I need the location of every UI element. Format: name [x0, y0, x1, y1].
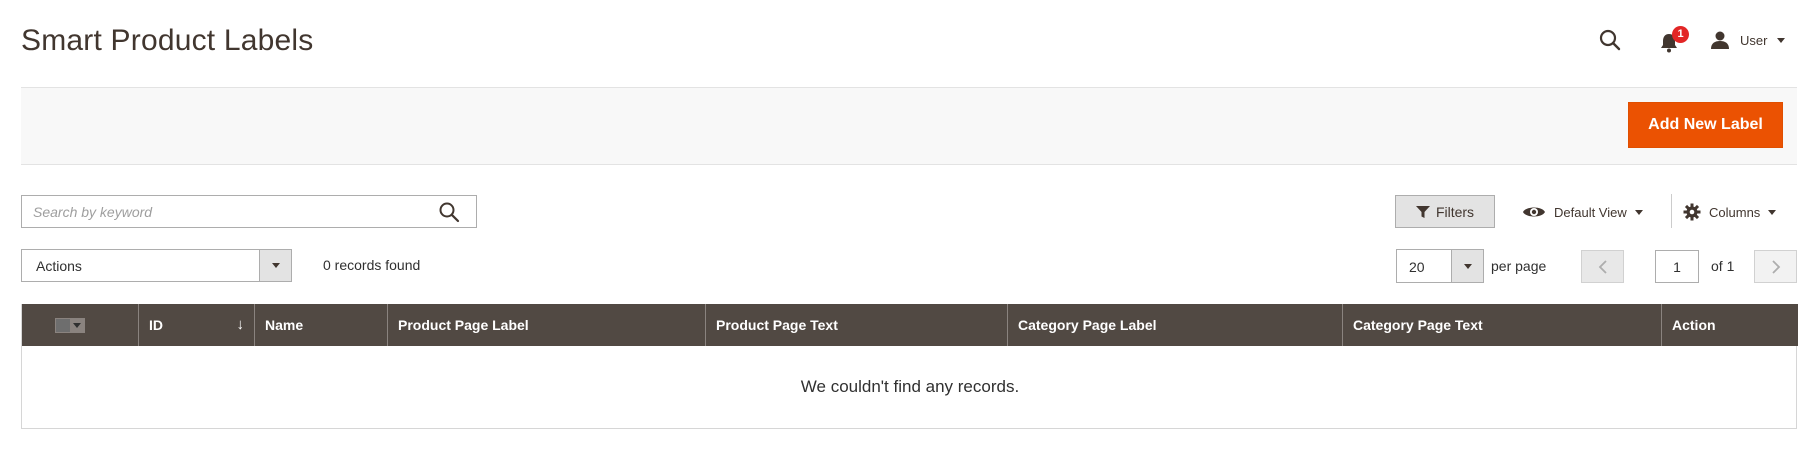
grid-header: ID ↓ Name Product Page Label Product Pag… — [22, 304, 1798, 346]
view-label: Default View — [1554, 204, 1627, 220]
user-icon — [1711, 31, 1729, 49]
chevron-down-icon — [1777, 37, 1786, 43]
view-selector[interactable]: Default View — [1522, 200, 1643, 224]
page-title: Smart Product Labels — [21, 24, 314, 57]
column-header-category-page-label[interactable]: Category Page Label — [1008, 304, 1343, 346]
column-header-label: Category Page Text — [1353, 317, 1483, 333]
chevron-down-icon — [271, 263, 280, 268]
column-header-label: Product Page Text — [716, 317, 838, 333]
records-found-count: 0 records found — [323, 257, 421, 273]
search-input[interactable] — [22, 196, 422, 227]
column-header-id[interactable]: ID ↓ — [139, 304, 255, 346]
mass-select-checkbox[interactable] — [55, 317, 85, 333]
dropdown-toggle — [259, 250, 291, 281]
column-header-action: Action — [1662, 304, 1798, 346]
chevron-down-icon — [1463, 263, 1472, 269]
labels-grid: ID ↓ Name Product Page Label Product Pag… — [21, 304, 1798, 429]
notifications-button[interactable]: 1 — [1656, 26, 1689, 56]
user-name: User — [1740, 32, 1768, 48]
chevron-right-icon — [1771, 259, 1780, 274]
mass-actions-dropdown[interactable]: Actions — [21, 249, 292, 282]
search-icon[interactable] — [438, 201, 460, 223]
column-header-label: ID — [149, 317, 163, 333]
dropdown-toggle — [1451, 250, 1483, 282]
columns-selector[interactable]: Columns — [1683, 200, 1777, 224]
column-header-name[interactable]: Name — [255, 304, 388, 346]
column-header-mass-select[interactable] — [22, 304, 139, 346]
column-header-product-page-text[interactable]: Product Page Text — [706, 304, 1008, 346]
chevron-down-icon — [1768, 209, 1777, 215]
page-actions-bar — [21, 87, 1797, 165]
search-icon — [1599, 29, 1621, 51]
column-header-label: Name — [265, 317, 304, 333]
notifications-count-badge: 1 — [1672, 26, 1689, 43]
user-menu[interactable]: User — [1710, 28, 1786, 52]
empty-grid-message: We couldn't find any records. — [800, 377, 1020, 396]
column-header-label: Category Page Label — [1018, 317, 1157, 333]
chevron-left-icon — [1598, 259, 1607, 274]
chevron-down-icon — [73, 322, 81, 328]
next-page-button[interactable] — [1754, 250, 1797, 283]
column-header-label: Action — [1672, 317, 1716, 333]
add-new-label-button[interactable]: Add New Label — [1628, 102, 1783, 148]
column-header-label: Product Page Label — [398, 317, 529, 333]
mass-actions-label: Actions — [36, 258, 82, 274]
current-page-input[interactable] — [1655, 250, 1699, 283]
per-page-select[interactable]: 20 — [1396, 249, 1484, 283]
previous-page-button[interactable] — [1581, 250, 1624, 283]
sort-arrow-down-icon: ↓ — [236, 316, 245, 333]
chevron-down-icon — [1634, 209, 1643, 215]
filters-label: Filters — [1435, 203, 1475, 220]
filters-button[interactable]: Filters — [1395, 195, 1495, 228]
eye-icon — [1523, 207, 1545, 217]
filter-icon — [1415, 205, 1430, 218]
column-header-category-page-text[interactable]: Category Page Text — [1343, 304, 1662, 346]
per-page-value: 20 — [1409, 259, 1425, 275]
gear-icon — [1683, 203, 1701, 221]
keyword-search — [21, 195, 477, 228]
toolbar-divider — [1671, 194, 1672, 228]
global-search-button[interactable] — [1598, 28, 1626, 56]
column-header-product-page-label[interactable]: Product Page Label — [388, 304, 706, 346]
columns-label: Columns — [1709, 204, 1761, 220]
total-pages-label: of 1 — [1711, 258, 1735, 274]
per-page-label: per page — [1491, 258, 1547, 274]
